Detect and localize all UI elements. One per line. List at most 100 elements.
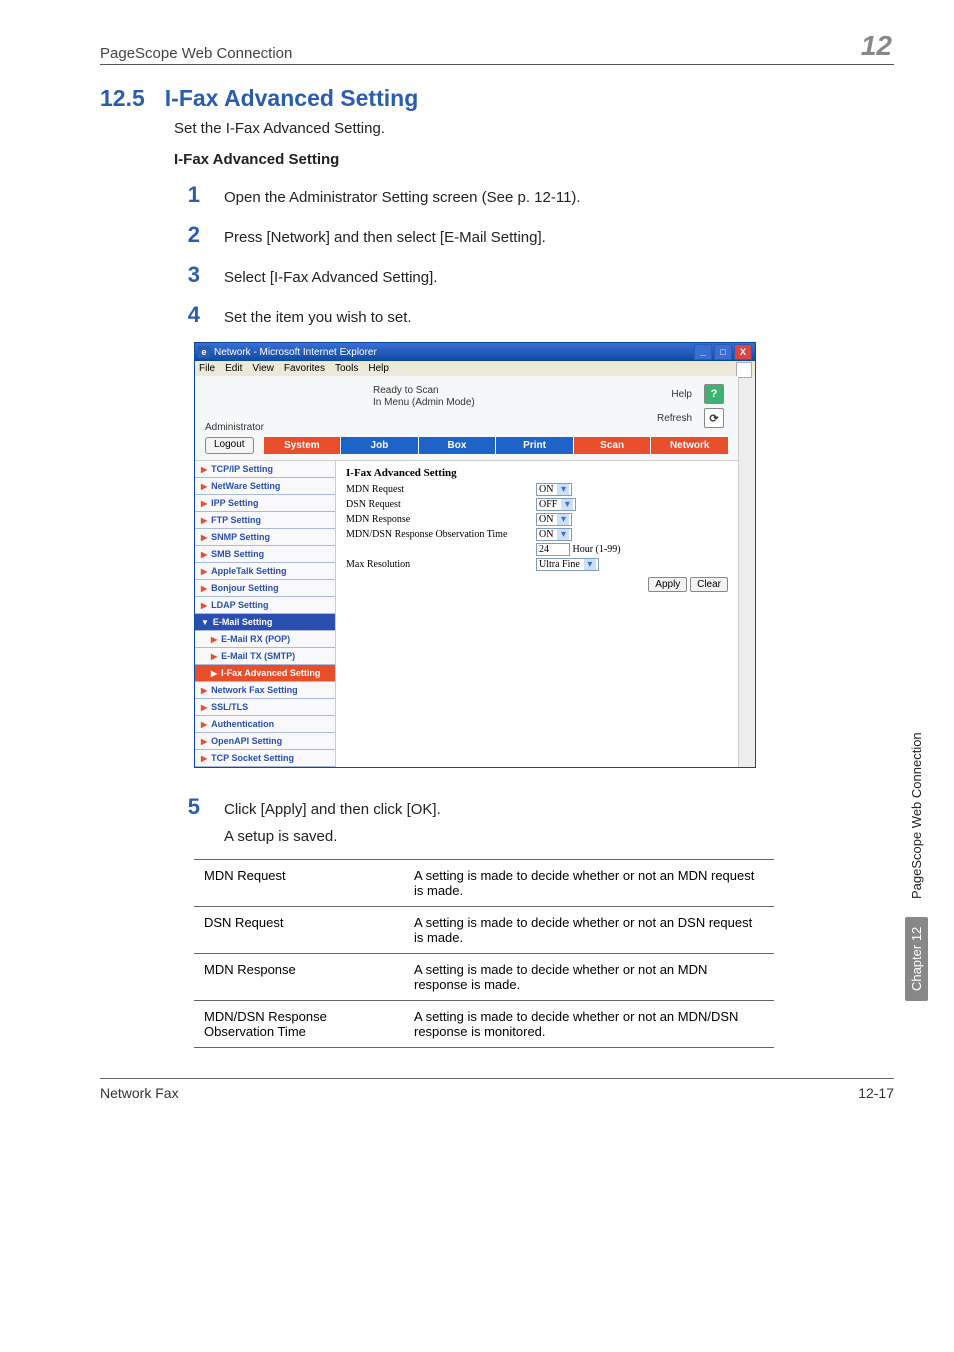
sidebar-item-tcpsocket[interactable]: ▶TCP Socket Setting xyxy=(195,750,335,767)
clear-button[interactable]: Clear xyxy=(690,577,728,592)
step-1-text: Open the Administrator Setting screen (S… xyxy=(224,189,894,206)
table-row: DSN RequestA setting is made to decide w… xyxy=(194,907,774,954)
sidebar-item-label: Authentication xyxy=(211,719,274,729)
chevron-down-icon: ▾ xyxy=(557,484,569,495)
menu-file[interactable]: File xyxy=(199,363,215,374)
chevron-down-icon: ▾ xyxy=(557,514,569,525)
sidebar-item-smb[interactable]: ▶SMB Setting xyxy=(195,546,335,563)
sidebar-item-appletalk[interactable]: ▶ AppleTalk Setting xyxy=(195,563,335,580)
tab-scan[interactable]: Scan xyxy=(573,437,651,454)
ie-logo-icon: e xyxy=(198,346,210,358)
hour-unit: Hour (1-99) xyxy=(573,544,621,555)
triangle-icon: ▶ xyxy=(201,533,207,542)
sidebar-item-ssl[interactable]: ▶SSL/TLS xyxy=(195,699,335,716)
footer-left: Network Fax xyxy=(100,1085,179,1101)
logout-button[interactable]: Logout xyxy=(205,437,254,454)
triangle-icon: ▶ xyxy=(201,737,207,746)
section-intro: Set the I-Fax Advanced Setting. xyxy=(174,120,894,137)
triangle-icon: ▶ xyxy=(211,635,217,644)
section-number: 12.5 xyxy=(100,85,145,112)
sidebar: ▶TCP/IP Setting ▶NetWare Setting ▶ IPP Se… xyxy=(195,461,336,767)
sidebar-item-label: E-Mail Setting xyxy=(213,617,273,627)
sidebar-item-ifax-advanced[interactable]: ▶I-Fax Advanced Setting xyxy=(195,665,335,682)
setting-name: DSN Request xyxy=(194,907,404,954)
sidebar-item-openapi[interactable]: ▶ OpenAPI Setting xyxy=(195,733,335,750)
tab-box[interactable]: Box xyxy=(418,437,496,454)
setting-desc: A setting is made to decide whether or n… xyxy=(404,907,774,954)
step-5-text: Click [Apply] and then click [OK]. xyxy=(224,801,441,818)
menu-favorites[interactable]: Favorites xyxy=(284,363,325,374)
tab-job[interactable]: Job xyxy=(340,437,418,454)
setting-name: MDN Request xyxy=(194,860,404,907)
sidebar-item-email[interactable]: ▼ E-Mail Setting xyxy=(195,614,335,631)
observation-time-label: MDN/DSN Response Observation Time xyxy=(346,529,536,540)
step-4-number: 4 xyxy=(160,302,200,328)
admin-label: Administrator xyxy=(205,422,264,433)
apply-button[interactable]: Apply xyxy=(648,577,687,592)
step-2-number: 2 xyxy=(160,222,200,248)
triangle-down-icon: ▼ xyxy=(201,618,209,627)
triangle-icon: ▶ xyxy=(201,567,207,576)
tab-network[interactable]: Network xyxy=(650,437,728,454)
settings-table: MDN RequestA setting is made to decide w… xyxy=(194,859,774,1048)
table-row: MDN/DSN Response Observation TimeA setti… xyxy=(194,1001,774,1048)
max-resolution-select[interactable]: Ultra Fine▾ xyxy=(536,558,599,571)
select-value: ON xyxy=(539,529,553,540)
sidebar-item-ldap[interactable]: ▶ LDAP Setting xyxy=(195,597,335,614)
sidebar-item-label: E-Mail RX (POP) xyxy=(221,634,290,644)
sidebar-item-bonjour[interactable]: ▶Bonjour Setting xyxy=(195,580,335,597)
section-title: I-Fax Advanced Setting xyxy=(165,85,418,112)
minimize-button[interactable]: _ xyxy=(694,344,712,360)
dsn-request-select[interactable]: OFF▾ xyxy=(536,498,576,511)
triangle-icon: ▶ xyxy=(201,703,207,712)
select-value: ON xyxy=(539,514,553,525)
close-button[interactable]: X xyxy=(734,344,752,360)
mdn-request-select[interactable]: ON ▾ xyxy=(536,483,572,496)
scrollbar[interactable] xyxy=(738,376,755,767)
triangle-icon: ▶ xyxy=(201,499,207,508)
hour-input[interactable]: 24 xyxy=(536,543,570,556)
help-label: Help xyxy=(671,389,692,400)
triangle-icon: ▶ xyxy=(201,720,207,729)
tab-print[interactable]: Print xyxy=(495,437,573,454)
mdn-request-label: MDN Request xyxy=(346,484,536,495)
sidebar-item-netfax[interactable]: ▶Network Fax Setting xyxy=(195,682,335,699)
maximize-button[interactable]: □ xyxy=(714,344,732,360)
step-2-text: Press [Network] and then select [E-Mail … xyxy=(224,229,894,246)
menu-help[interactable]: Help xyxy=(368,363,389,374)
sidebar-item-tcpip[interactable]: ▶TCP/IP Setting xyxy=(195,461,335,478)
tab-system[interactable]: System xyxy=(264,437,341,454)
status-mode: In Menu (Admin Mode) xyxy=(373,397,475,408)
sidebar-item-snmp[interactable]: ▶SNMP Setting xyxy=(195,529,335,546)
mdn-response-select[interactable]: ON ▾ xyxy=(536,513,572,526)
browser-window: e Network - Microsoft Internet Explorer … xyxy=(194,342,756,768)
menu-view[interactable]: View xyxy=(252,363,274,374)
select-value: ON xyxy=(539,484,553,495)
sidebar-item-netware[interactable]: ▶NetWare Setting xyxy=(195,478,335,495)
chapter-badge: Chapter 12 xyxy=(905,917,928,1001)
sidebar-item-ipp[interactable]: ▶ IPP Setting xyxy=(195,495,335,512)
triangle-icon: ▶ xyxy=(201,601,207,610)
sidebar-item-email-rx[interactable]: ▶ E-Mail RX (POP) xyxy=(195,631,335,648)
triangle-icon: ▶ xyxy=(201,550,207,559)
sidebar-item-label: FTP Setting xyxy=(211,515,261,525)
step-5-result: A setup is saved. xyxy=(224,828,894,845)
sidebar-item-label: OpenAPI Setting xyxy=(211,736,282,746)
triangle-icon: ▶ xyxy=(201,584,207,593)
menu-tools[interactable]: Tools xyxy=(335,363,358,374)
menu-edit[interactable]: Edit xyxy=(225,363,242,374)
setting-name: MDN/DSN Response Observation Time xyxy=(194,1001,404,1048)
refresh-button[interactable]: ⟳ xyxy=(704,408,724,428)
help-button[interactable]: ? xyxy=(704,384,724,404)
form-title: I-Fax Advanced Setting xyxy=(346,467,728,479)
sidebar-item-ftp[interactable]: ▶FTP Setting xyxy=(195,512,335,529)
sidebar-item-label: AppleTalk Setting xyxy=(211,566,286,576)
setting-desc: A setting is made to decide whether or n… xyxy=(404,1001,774,1048)
max-resolution-label: Max Resolution xyxy=(346,559,536,570)
sidebar-item-label: IPP Setting xyxy=(211,498,258,508)
select-value: OFF xyxy=(539,499,557,510)
observation-time-select[interactable]: ON▾ xyxy=(536,528,572,541)
sidebar-item-email-tx[interactable]: ▶E-Mail TX (SMTP) xyxy=(195,648,335,665)
sidebar-item-label: LDAP Setting xyxy=(211,600,268,610)
sidebar-item-auth[interactable]: ▶ Authentication xyxy=(195,716,335,733)
